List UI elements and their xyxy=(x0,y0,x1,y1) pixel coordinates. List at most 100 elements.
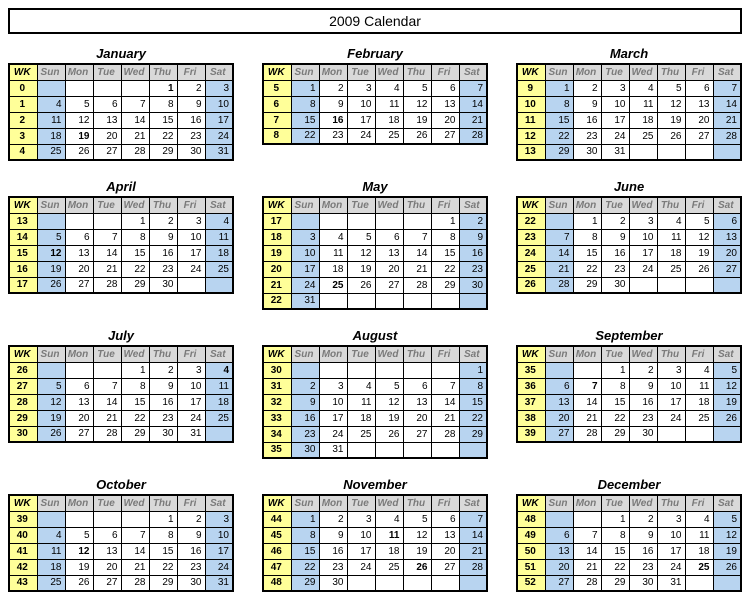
day-cell: 4 xyxy=(205,213,233,229)
day-cell: 19 xyxy=(37,410,65,426)
day-cell: 9 xyxy=(149,229,177,245)
day-cell: 23 xyxy=(459,261,487,277)
day-cell: 29 xyxy=(149,144,177,160)
day-cell: 16 xyxy=(291,410,319,426)
day-cell: 8 xyxy=(601,378,629,394)
day-cell: 20 xyxy=(431,543,459,559)
day-cell: 4 xyxy=(37,527,65,543)
month-table: WKSunMonTueWedThuFriSat26123427567891011… xyxy=(8,345,234,443)
week-number: 19 xyxy=(263,245,291,261)
day-header: Thu xyxy=(149,495,177,511)
day-cell: 16 xyxy=(601,245,629,261)
day-cell xyxy=(431,362,459,378)
week-number: 25 xyxy=(517,261,545,277)
day-cell: 9 xyxy=(177,527,205,543)
day-header: Sat xyxy=(713,197,741,213)
day-cell: 20 xyxy=(431,112,459,128)
day-header: Thu xyxy=(149,197,177,213)
day-cell: 26 xyxy=(685,261,713,277)
week-number: 39 xyxy=(517,426,545,442)
week-number: 36 xyxy=(517,378,545,394)
day-cell: 31 xyxy=(291,293,319,309)
day-cell: 9 xyxy=(149,378,177,394)
day-header: Wed xyxy=(121,197,149,213)
day-cell xyxy=(713,575,741,591)
day-cell: 8 xyxy=(149,96,177,112)
day-cell: 10 xyxy=(319,394,347,410)
day-cell: 27 xyxy=(65,277,93,293)
day-cell: 5 xyxy=(657,80,685,96)
day-cell: 14 xyxy=(121,112,149,128)
day-cell: 7 xyxy=(93,378,121,394)
day-cell: 2 xyxy=(319,80,347,96)
week-header: WK xyxy=(9,495,37,511)
week-row: 2378910111213 xyxy=(517,229,741,245)
month-block: FebruaryWKSunMonTueWedThuFriSat512345676… xyxy=(262,46,488,161)
day-header: Sat xyxy=(713,64,741,80)
day-cell: 16 xyxy=(177,543,205,559)
week-number: 5 xyxy=(263,80,291,96)
day-cell xyxy=(93,80,121,96)
week-number: 23 xyxy=(517,229,545,245)
day-cell: 18 xyxy=(205,394,233,410)
day-cell: 6 xyxy=(685,80,713,96)
week-row: 496789101112 xyxy=(517,527,741,543)
day-cell: 8 xyxy=(545,96,573,112)
day-cell xyxy=(545,362,573,378)
month-name: January xyxy=(8,46,234,61)
day-cell: 28 xyxy=(121,575,149,591)
day-cell: 19 xyxy=(403,543,431,559)
day-cell: 11 xyxy=(685,378,713,394)
week-header: WK xyxy=(9,64,37,80)
day-cell: 31 xyxy=(177,426,205,442)
day-header: Fri xyxy=(685,197,713,213)
day-header: Tue xyxy=(601,495,629,511)
day-cell: 8 xyxy=(121,229,149,245)
day-cell: 5 xyxy=(713,362,741,378)
week-number: 39 xyxy=(9,511,37,527)
week-number: 12 xyxy=(517,128,545,144)
day-header: Thu xyxy=(403,495,431,511)
day-cell: 15 xyxy=(149,112,177,128)
day-header: Fri xyxy=(685,346,713,362)
week-number: 14 xyxy=(9,229,37,245)
day-cell: 19 xyxy=(65,559,93,575)
day-header: Sat xyxy=(205,64,233,80)
day-cell: 29 xyxy=(431,277,459,293)
day-header: Thu xyxy=(657,346,685,362)
week-header: WK xyxy=(517,64,545,80)
day-cell: 25 xyxy=(347,426,375,442)
day-cell: 18 xyxy=(657,245,685,261)
day-cell: 10 xyxy=(657,527,685,543)
day-cell: 19 xyxy=(657,112,685,128)
day-cell: 25 xyxy=(375,128,403,144)
day-cell: 6 xyxy=(403,378,431,394)
day-header: Tue xyxy=(601,197,629,213)
day-cell: 30 xyxy=(291,442,319,458)
day-cell: 1 xyxy=(459,362,487,378)
day-cell: 7 xyxy=(459,511,487,527)
week-row: 1115161718192021 xyxy=(517,112,741,128)
day-cell: 26 xyxy=(657,128,685,144)
day-cell: 18 xyxy=(347,410,375,426)
week-row: 329101112131415 xyxy=(263,394,487,410)
week-number: 24 xyxy=(517,245,545,261)
day-cell: 17 xyxy=(347,112,375,128)
day-header: Mon xyxy=(573,495,601,511)
day-cell: 26 xyxy=(403,128,431,144)
week-header: WK xyxy=(263,197,291,213)
day-cell: 24 xyxy=(657,559,685,575)
week-header: WK xyxy=(9,346,37,362)
month-block: JanuaryWKSunMonTueWedThuFriSat0123145678… xyxy=(8,46,234,161)
day-header: Sun xyxy=(291,64,319,80)
day-cell: 28 xyxy=(93,277,121,293)
day-header: Sat xyxy=(459,197,487,213)
day-header: Wed xyxy=(375,346,403,362)
day-cell: 30 xyxy=(177,144,205,160)
day-cell: 2 xyxy=(629,362,657,378)
week-row: 22123456 xyxy=(517,213,741,229)
week-row: 2812131415161718 xyxy=(9,394,233,410)
day-cell: 12 xyxy=(37,394,65,410)
month-name: July xyxy=(8,328,234,343)
day-header: Tue xyxy=(347,197,375,213)
